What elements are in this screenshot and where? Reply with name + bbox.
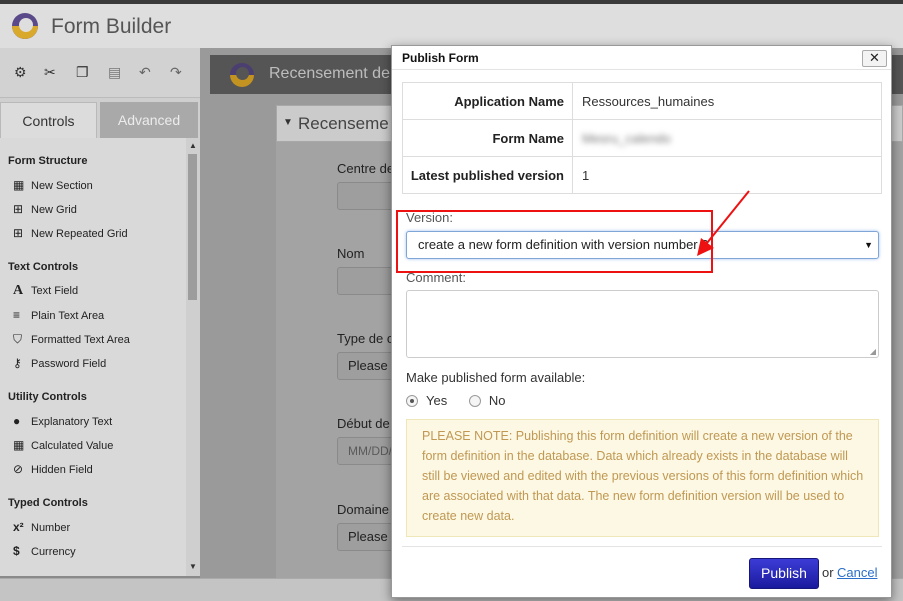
annotation-arrow-icon	[697, 190, 750, 256]
